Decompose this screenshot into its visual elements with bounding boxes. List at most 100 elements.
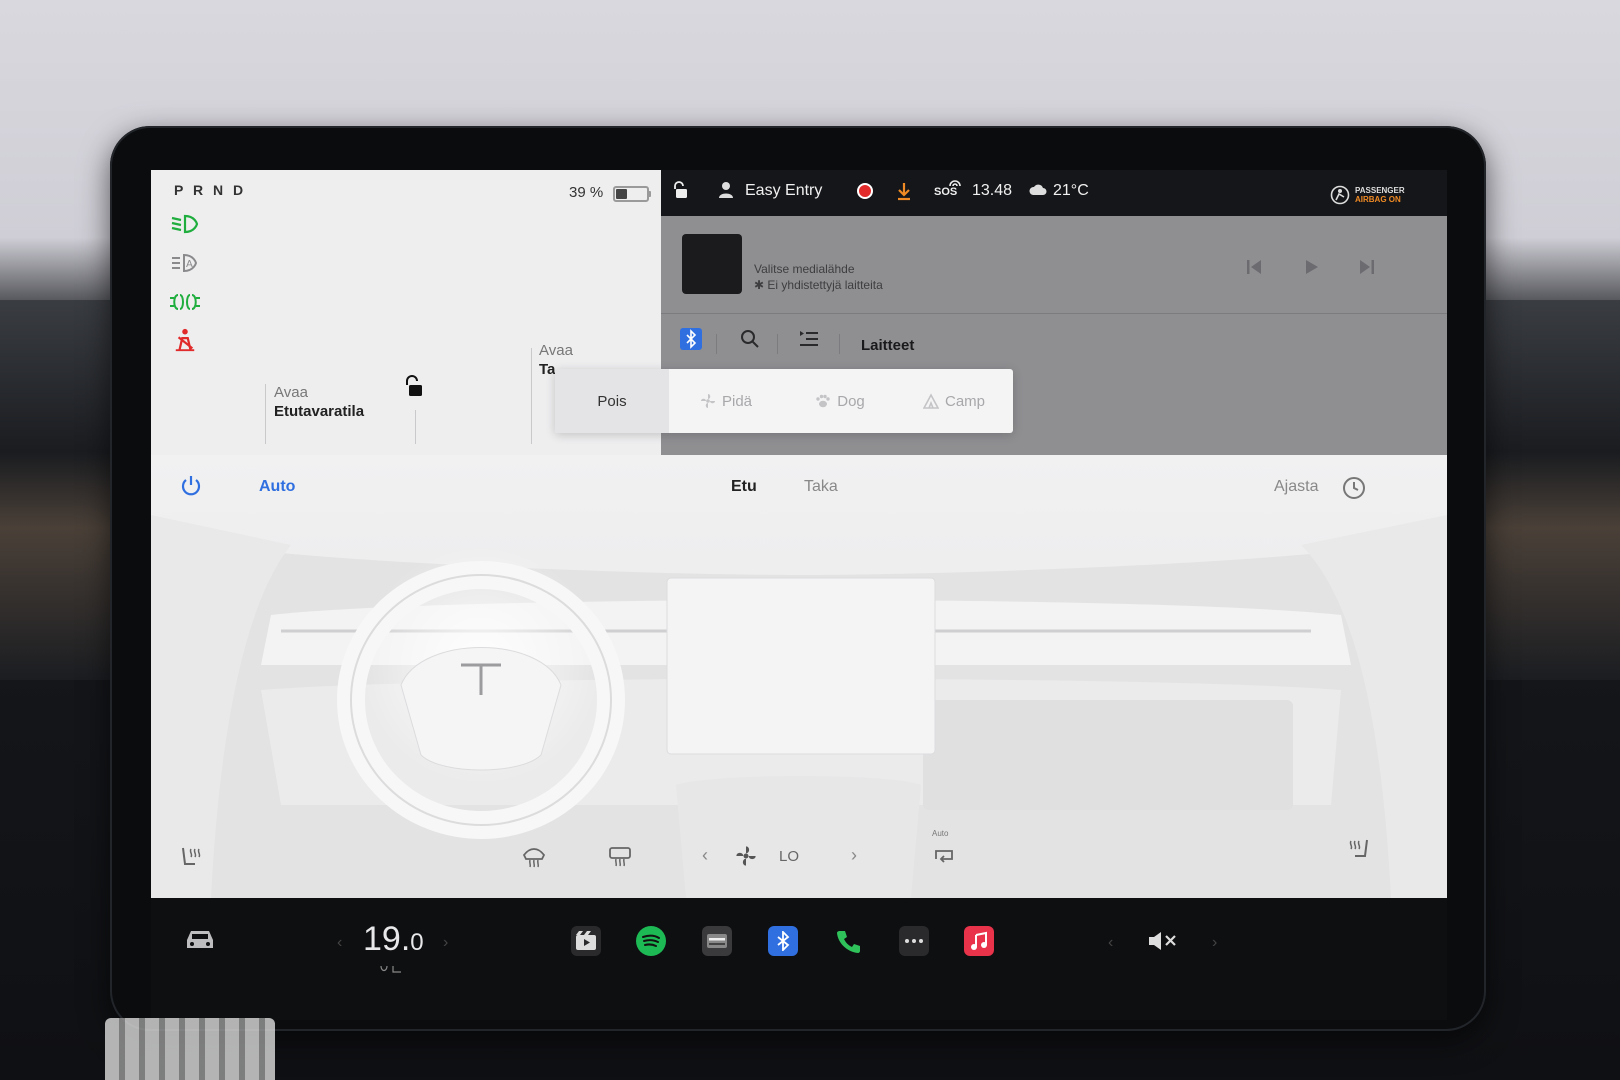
frunk-action[interactable]: Avaa <box>274 384 308 401</box>
temp-decimal: 0 <box>410 929 424 956</box>
auto-highbeam-icon: A <box>172 253 198 273</box>
cloud-icon <box>1029 184 1047 195</box>
play-icon[interactable] <box>1302 258 1320 276</box>
frunk-button[interactable]: Etutavaratila <box>274 403 364 420</box>
volume-decrease-button[interactable]: ‹ <box>1108 934 1113 952</box>
battery-percent: 39 % <box>569 184 604 201</box>
divider <box>531 348 532 444</box>
temp-increase-button[interactable]: › <box>443 934 448 952</box>
theater-icon[interactable] <box>571 926 601 956</box>
tab-rear[interactable]: Taka <box>804 478 838 496</box>
lock-status-icon[interactable] <box>672 181 688 199</box>
option-label: Camp <box>944 392 985 410</box>
temp-decrease-button[interactable]: ‹ <box>337 934 342 952</box>
svg-text:A: A <box>186 259 193 270</box>
passenger-seat-heater-icon[interactable] <box>1345 837 1371 861</box>
parking-lights-icon <box>170 294 200 310</box>
sos-signal-icon <box>949 180 961 187</box>
bluetooth-tab-icon[interactable] <box>680 328 702 350</box>
next-track-icon[interactable] <box>1358 258 1376 276</box>
fan-increase-button[interactable]: › <box>851 845 857 866</box>
foreground-object <box>105 1018 275 1080</box>
low-beam-icon <box>171 214 199 234</box>
phone-icon[interactable] <box>833 926 863 956</box>
option-label: Pois <box>597 392 627 410</box>
unlocked-icon[interactable] <box>403 375 423 397</box>
divider <box>415 410 416 444</box>
airbag-line2: AIRBAG ON <box>1355 195 1401 204</box>
bluetooth-icon[interactable] <box>768 926 798 956</box>
option-label: Dog <box>837 392 865 410</box>
volume-muted-icon[interactable] <box>1147 930 1179 952</box>
clock-icon[interactable] <box>1342 476 1366 500</box>
tent-icon <box>922 393 939 409</box>
more-icon[interactable] <box>899 926 929 956</box>
climate-auto-button[interactable]: Auto <box>259 478 295 496</box>
clock: 13.48 <box>972 182 1013 199</box>
climate-keeper-dog[interactable]: Dog <box>783 369 897 433</box>
album-art <box>682 234 742 294</box>
option-label: Pidä <box>721 392 753 410</box>
spotify-icon[interactable] <box>636 926 666 956</box>
software-update-icon[interactable] <box>895 181 913 201</box>
fan-icon <box>700 394 715 408</box>
battery-level-fill <box>616 189 627 199</box>
airbag-status: PASSENGER AIRBAG ON <box>1355 186 1405 204</box>
divider <box>265 384 266 444</box>
dock: ‹ 19.0 › ‹ › <box>151 898 1447 1020</box>
recirculation-mode-label: Auto <box>932 829 949 838</box>
media-device-status: ✱ Ei yhdistettyjä laitteita <box>754 278 883 292</box>
music-icon[interactable] <box>964 926 994 956</box>
tab-devices[interactable]: Laitteet <box>861 337 914 354</box>
media-tabs: Laitteet <box>661 314 1447 364</box>
airbag-line1: PASSENGER <box>1355 186 1405 195</box>
device-status-text: Ei yhdistettyjä laitteita <box>767 278 883 292</box>
dashboard-right <box>1480 300 1620 680</box>
fan-speed-value: LO <box>779 848 800 865</box>
climate-keeper-camp[interactable]: Camp <box>897 369 1011 433</box>
volume-increase-button[interactable]: › <box>1212 934 1217 952</box>
driver-seat-heater-icon[interactable] <box>179 845 205 869</box>
dashboard-left <box>0 300 115 680</box>
climate-keeper-keep[interactable]: Pidä <box>669 369 783 433</box>
outside-temperature: 21°C <box>1053 182 1089 199</box>
queue-list-icon[interactable] <box>798 328 820 350</box>
touchscreen: P R N D 39 % A Avaa Etutavaratila Avaa T… <box>151 170 1447 1020</box>
search-icon[interactable] <box>739 328 761 350</box>
driver-profile-name[interactable]: Easy Entry <box>745 182 822 200</box>
schedule-button[interactable]: Ajasta <box>1274 478 1318 496</box>
paw-icon <box>816 394 830 408</box>
cabin-illustration <box>151 515 1447 898</box>
recirculation-icon[interactable] <box>932 845 956 867</box>
driver-profile-icon[interactable] <box>718 181 734 199</box>
dashcam-record-icon[interactable] <box>857 183 873 199</box>
media-source-prompt[interactable]: Valitse medialähde <box>754 262 855 276</box>
seat-climate-small-icon <box>380 965 401 973</box>
fan-decrease-button[interactable]: ‹ <box>702 845 708 866</box>
tab-divider <box>716 334 717 354</box>
tab-front[interactable]: Etu <box>731 478 757 496</box>
trunk-action[interactable]: Avaa <box>539 342 573 359</box>
front-defrost-icon[interactable] <box>522 845 546 869</box>
bluetooth-small-icon: ✱ <box>754 278 768 292</box>
climate-panel: Auto Etu Taka Ajasta ‹ LO › Auto <box>151 455 1447 898</box>
tab-divider <box>777 334 778 354</box>
rear-defrost-icon[interactable] <box>608 845 632 869</box>
battery-tip <box>648 191 651 197</box>
seatbelt-warning-icon <box>175 328 195 352</box>
climate-power-icon[interactable] <box>180 474 202 498</box>
toybox-icon[interactable] <box>702 926 732 956</box>
airbag-icon <box>1330 185 1350 205</box>
fan-speed-icon <box>736 846 756 866</box>
car-icon[interactable] <box>183 926 217 952</box>
trunk-button[interactable]: Ta <box>539 361 555 378</box>
gear-selector: P R N D <box>174 182 247 198</box>
battery-icon <box>613 186 649 202</box>
cabin-temperature[interactable]: 19.0 <box>363 920 424 959</box>
tab-divider <box>839 334 840 354</box>
temp-main: 19. <box>363 920 411 958</box>
climate-keeper-popup: Pois Pidä Dog Camp <box>555 369 1013 433</box>
climate-keeper-off[interactable]: Pois <box>555 369 669 433</box>
status-bar: Easy Entry SOS 13.48 21°C PASSENGER AIRB… <box>661 170 1447 216</box>
previous-track-icon[interactable] <box>1245 258 1263 276</box>
